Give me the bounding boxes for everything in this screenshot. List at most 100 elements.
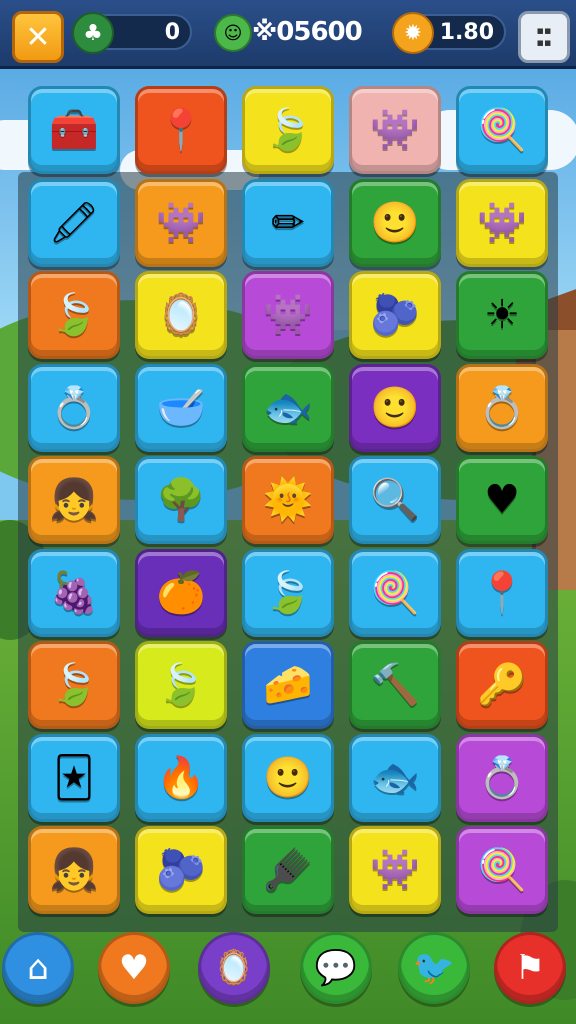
flag-button[interactable]: ⚑ [494, 932, 566, 1004]
lives-counter: ♣ 0 [72, 12, 192, 54]
fish-icon: 🐟 [370, 754, 420, 801]
card-icon: 🃏 [53, 754, 95, 801]
tile[interactable]: 🫐 [135, 826, 227, 914]
tile[interactable]: 🙂 [349, 363, 441, 452]
tile[interactable]: 🧀 [242, 641, 334, 729]
tile[interactable]: ✏ [242, 178, 334, 267]
tile[interactable]: 👾 [349, 86, 441, 174]
ring-icon: 💍 [477, 384, 527, 431]
crayon-icon: 🖍 [48, 199, 100, 246]
tile[interactable]: 💍 [456, 363, 548, 452]
tile[interactable]: 👾 [242, 271, 334, 359]
ring-icon: 💍 [49, 384, 99, 431]
tile[interactable]: 📍 [456, 548, 548, 637]
monster-icon: 👾 [370, 107, 420, 153]
tile[interactable]: 🍃 [242, 548, 334, 637]
pin-icon: 📍 [477, 569, 527, 616]
tile[interactable]: 🍃 [242, 86, 334, 174]
fish-icon: 🐟 [263, 384, 313, 431]
tile[interactable]: 🫐 [349, 271, 441, 359]
clover-icon: ♣ [72, 12, 114, 54]
heart-button[interactable]: ♥ [98, 932, 170, 1004]
tile[interactable]: 👾 [135, 178, 227, 267]
heart-icon: ♥ [484, 477, 520, 523]
tile[interactable]: 🍭 [349, 548, 441, 637]
face-icon: 🙂 [370, 199, 420, 246]
bird-icon: 🐦 [412, 948, 456, 988]
tile[interactable]: 👧 [28, 826, 120, 914]
monster-icon: 👾 [370, 847, 420, 893]
tile[interactable]: 🙂 [349, 178, 441, 267]
score-value: ※05600 [252, 17, 363, 47]
tile[interactable]: 🐟 [242, 363, 334, 452]
tile[interactable]: 🙂 [242, 733, 334, 822]
tile[interactable]: 🪮 [242, 826, 334, 914]
hud-bar: ✕ ♣ 0 ☺ ※05600 ✹ 1.80 ▪▪ ▪▪ [0, 0, 576, 69]
monster-icon: 👾 [263, 292, 313, 338]
lollipop-icon: 🍭 [477, 847, 527, 893]
heart-icon: ♥ [118, 948, 150, 988]
tile[interactable]: 🍊 [135, 548, 227, 637]
leaf-icon: 🍃 [49, 292, 99, 338]
tile[interactable]: 🍭 [456, 826, 548, 914]
tile[interactable]: ☀ [456, 271, 548, 359]
tile[interactable]: 🐟 [349, 733, 441, 822]
coin-counter: ✹ 1.80 [392, 12, 506, 54]
mirror-icon: 🪞 [212, 948, 256, 988]
mirror-button[interactable]: 🪞 [198, 932, 270, 1004]
sun-icon: ☀ [484, 292, 520, 338]
tile[interactable]: 🍇 [28, 548, 120, 637]
tile[interactable]: 🌳 [135, 456, 227, 544]
bird-button[interactable]: 🐦 [398, 932, 470, 1004]
matchstick-icon: 🔥 [156, 754, 206, 801]
monster-icon: 👾 [156, 199, 206, 246]
hammer-icon: 🔨 [370, 662, 420, 708]
girl-icon: 👧 [49, 477, 99, 523]
leaf-icon: 🍃 [263, 107, 313, 153]
tile[interactable]: 🖍 [28, 178, 120, 267]
tile[interactable]: 🍃 [28, 271, 120, 359]
close-button[interactable]: ✕ [12, 11, 64, 63]
tile[interactable]: 📍 [135, 86, 227, 174]
tile[interactable]: 👧 [28, 456, 120, 544]
mirror-icon: 🪞 [156, 292, 206, 338]
tile[interactable]: ♥ [456, 456, 548, 544]
tile[interactable]: 🥣 [135, 363, 227, 452]
menu-icon: ▪▪ ▪▪ [536, 24, 552, 49]
girl-icon: 👧 [49, 847, 99, 893]
leaf-icon: 🍃 [156, 662, 206, 708]
sun-coin-icon: ✹ [392, 12, 434, 54]
face-icon: 🙂 [263, 754, 313, 801]
tile[interactable]: 💍 [28, 363, 120, 452]
lollipop-icon: 🍭 [370, 569, 420, 616]
leaf-icon: 🍃 [49, 662, 99, 708]
tile[interactable]: 🪞 [135, 271, 227, 359]
chat-button[interactable]: 💬 [300, 932, 372, 1004]
tile[interactable]: 💍 [456, 733, 548, 822]
key-icon: 🔑 [477, 662, 527, 708]
sun-face-icon: 🌞 [263, 477, 313, 523]
menu-button[interactable]: ▪▪ ▪▪ [518, 11, 570, 63]
tile[interactable]: 🔨 [349, 641, 441, 729]
tile[interactable]: 👾 [349, 826, 441, 914]
tile[interactable]: 🧰 [28, 86, 120, 174]
tile[interactable]: 🃏 [28, 733, 120, 822]
home-button[interactable]: ⌂ [2, 932, 74, 1004]
bowl-icon: 🥣 [156, 384, 206, 431]
monster-icon: 👾 [477, 199, 527, 246]
berries-icon: 🍇 [49, 569, 99, 616]
ring-icon: 💍 [477, 754, 527, 801]
home-icon: ⌂ [27, 948, 49, 988]
tile[interactable]: 🍭 [456, 86, 548, 174]
bush-icon: 🌳 [156, 477, 206, 523]
tile[interactable]: 🔍 [349, 456, 441, 544]
tile[interactable]: 🍃 [135, 641, 227, 729]
fruit-icon: 🍊 [156, 569, 206, 616]
tile[interactable]: 🌞 [242, 456, 334, 544]
blob-icon: 🫐 [370, 292, 420, 338]
tile[interactable]: 👾 [456, 178, 548, 267]
tile[interactable]: 🍃 [28, 641, 120, 729]
tile[interactable]: 🔑 [456, 641, 548, 729]
tile[interactable]: 🔥 [135, 733, 227, 822]
slime-icon: ☺ [214, 14, 252, 52]
